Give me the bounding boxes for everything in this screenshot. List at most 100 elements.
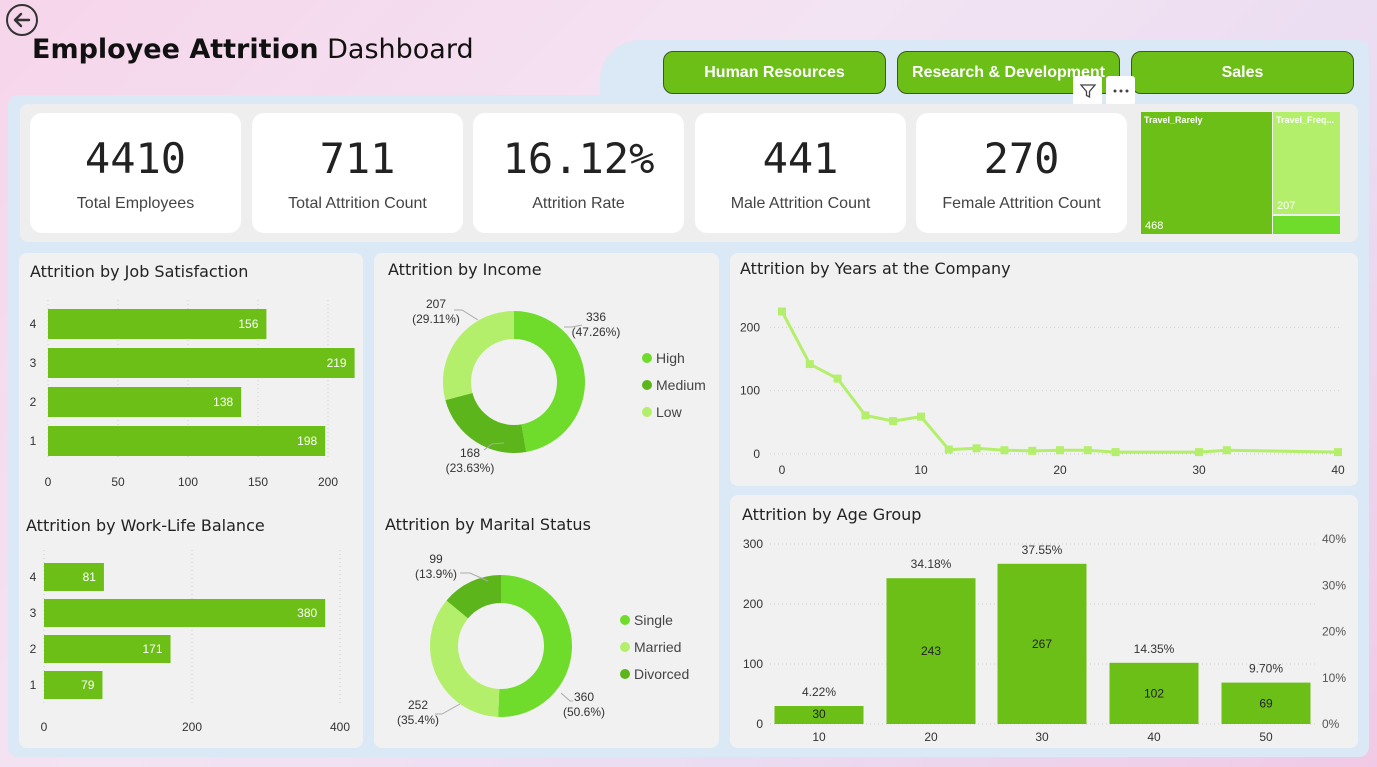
data-label: 138 [213,395,233,409]
x-tick-label: 150 [248,475,268,489]
data-label: 102 [1144,686,1164,700]
data-label: 30 [812,707,826,721]
y-tick-label: 2 [30,642,37,656]
back-button[interactable] [6,4,38,36]
page-title: Employee Attrition Dashboard [32,34,474,65]
y-tick-label: 4 [30,570,37,584]
legend-marker [642,407,652,417]
legend-label: Medium [656,377,706,393]
y-tick-label: 0 [753,447,760,461]
y-tick-label: 4 [30,317,37,331]
data-label: 267 [1032,637,1052,651]
age-group-bar-chart[interactable]: 0 100 200 300 0% 10% 20% 30% 40% 30 4.22% 10 243 34.1… [730,525,1358,747]
x-tick-label: 200 [318,475,338,489]
y-tick-label: 1 [30,678,37,692]
more-options-icon[interactable] [1106,76,1135,105]
kpi-value: 16.12% [502,134,655,183]
bar [44,599,326,627]
data-label: 360 [574,690,594,704]
kpi-male-attrition-count: 441 Male Attrition Count [695,113,906,233]
kpi-total-employees: 4410 Total Employees [30,113,241,233]
treemap-cell-non-travel[interactable] [1273,216,1340,234]
arrow-left-icon [13,12,31,28]
bar [48,309,267,339]
kpi-attrition-rate: 16.12% Attrition Rate [473,113,684,233]
y-tick-label: 300 [743,537,763,551]
y2-tick-label: 10% [1322,671,1346,685]
x-tick-label: 0 [41,720,48,734]
data-point [1222,446,1231,455]
data-label-pct: (47.26%) [572,325,621,339]
work-life-balance-chart[interactable]: 0 200 400 4 81 3 380 2 171 1 79 [19,545,363,740]
data-label: 81 [83,570,97,584]
work-life-balance-title: Attrition by Work-Life Balance [26,516,265,535]
job-satisfaction-title: Attrition by Job Satisfaction [30,262,249,281]
marital-status-donut-chart[interactable]: 360(50.6%) 252(35.4%) 99(13.9%) Single Marri… [374,545,719,740]
kpi-label: Total Employees [76,195,195,212]
data-label-pct: (50.6%) [563,705,605,719]
x-tick-label: 0 [45,475,52,489]
data-label: 243 [921,644,941,658]
x-tick-label: 20 [1053,463,1067,477]
legend-marker [620,669,630,679]
x-tick-label: 100 [178,475,198,489]
kpi-female-attrition-count: 270 Female Attrition Count [916,113,1127,233]
job-satisfaction-chart[interactable]: 0 50 100 150 200 4 156 3 219 2 138 1 198 [19,290,363,495]
y-tick-label: 200 [740,320,760,334]
data-label-pct: (29.11%) [412,312,460,326]
data-label-pct: (35.4%) [397,713,439,727]
treemap-cell-value: 207 [1277,200,1296,212]
leader-line [560,692,573,702]
kpi-value: 4410 [84,134,187,183]
business-travel-treemap[interactable]: Travel_Rarely 468 Travel_Freq... 207 [1141,112,1340,234]
marital-status-title: Attrition by Marital Status [385,515,591,534]
y2-tick-label: 30% [1322,578,1346,592]
x-tick-label: 20 [924,730,938,744]
data-point [833,374,842,383]
rate-label: 34.18% [911,557,952,571]
data-point [1056,446,1064,455]
x-tick-label: 30 [1192,463,1206,477]
data-label: 171 [143,642,163,656]
years-at-company-line-chart[interactable]: 0 100 200 0 10 20 30 40 [730,285,1358,485]
treemap-cell-value: 468 [1145,220,1164,232]
kpi-value: 270 [983,134,1060,183]
age-group-title: Attrition by Age Group [742,505,922,524]
y-tick-label: 0 [756,717,763,731]
y-tick-label: 100 [743,657,763,671]
data-point [972,444,981,453]
kpi-total-attrition-count: 711 Total Attrition Count [252,113,463,233]
x-tick-label: 30 [1035,730,1049,744]
treemap-cell-travel-frequently[interactable]: Travel_Freq... 207 [1273,112,1340,214]
series-line [780,310,1339,454]
x-tick-label: 10 [914,463,928,477]
rate-label: 4.22% [802,685,836,699]
data-point [944,445,953,454]
donut-slice [498,575,572,717]
x-tick-label: 400 [330,720,350,734]
data-label: 156 [238,317,258,331]
legend-label: Married [634,639,681,655]
sales-button[interactable]: Sales [1131,51,1354,94]
legend-marker [620,615,630,625]
human-resources-button[interactable]: Human Resources [663,51,886,94]
y2-tick-label: 20% [1322,625,1346,639]
treemap-cell-label: Travel_Rarely [1144,115,1203,125]
data-point [1028,446,1037,455]
income-donut-chart[interactable]: 336(47.26%) 168(23.63%) 207(29.11%) High Med… [374,290,719,490]
legend-label: Low [656,404,683,420]
filter-icon[interactable] [1073,76,1102,105]
legend-label: Divorced [634,666,689,682]
data-label-pct: (23.63%) [446,461,495,475]
data-label-pct: (13.9%) [415,567,457,581]
data-point [917,412,925,421]
treemap-cell-label: Travel_Freq... [1276,115,1335,125]
data-point [1083,446,1092,455]
data-point [1000,446,1009,455]
treemap-cell-travel-rarely[interactable]: Travel_Rarely 468 [1141,112,1272,234]
x-tick-label: 50 [1259,730,1273,744]
bar [48,348,355,378]
donut-slice [430,600,500,717]
rate-label: 9.70% [1249,662,1283,676]
years-at-company-title: Attrition by Years at the Company [740,259,1011,278]
